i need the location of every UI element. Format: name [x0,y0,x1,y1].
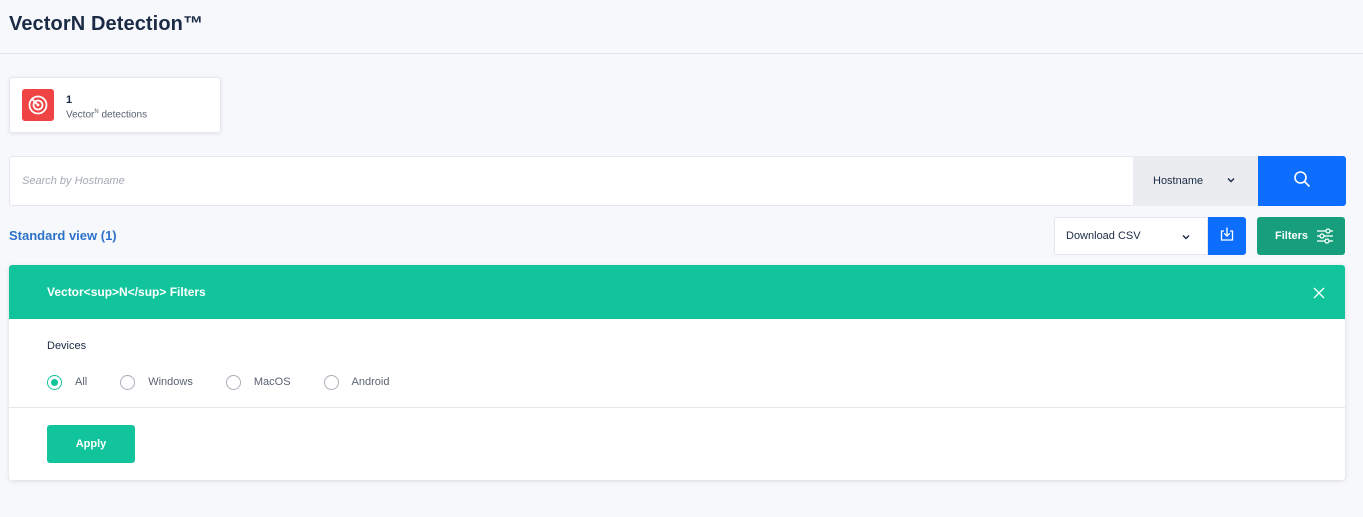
page-title: VectorN Detection™ [9,13,204,35]
download-button[interactable] [1208,217,1246,255]
divider [9,407,1345,408]
radio-option-macos[interactable]: MacOS [225,374,291,390]
radio-label: Android [351,376,390,388]
radio-label: Windows [148,376,193,388]
radio-button[interactable] [120,374,136,390]
radio-button[interactable] [323,374,339,390]
download-icon [1219,226,1235,247]
devices-radio-group: All Windows MacOS Android [47,374,422,390]
search-icon [1293,170,1311,193]
search-button[interactable] [1258,156,1346,206]
search-field-select[interactable]: Hostname [1133,156,1258,206]
radio-option-windows[interactable]: Windows [120,374,193,390]
devices-label: Devices [47,340,87,352]
close-icon[interactable] [1312,286,1326,300]
page-header: VectorN Detection™ [0,0,1363,54]
detections-label: VectorN detections [66,109,148,121]
filters-button-label: Filters [1275,230,1309,242]
radio-label: MacOS [253,376,291,388]
filters-panel-title: Vector<sup>N</sup> Filters [47,285,206,299]
radio-option-android[interactable]: Android [323,374,390,390]
download-format-select[interactable]: Download CSV [1054,217,1208,255]
apply-button[interactable]: Apply [47,425,135,463]
filters-button[interactable]: Filters [1257,217,1345,255]
filters-panel-header: Vector<sup>N</sup> Filters [9,265,1345,319]
search-field-label: Hostname [1153,175,1204,187]
radio-button[interactable] [225,374,241,390]
search-input[interactable] [10,157,1132,205]
sliders-icon [1316,227,1334,248]
detections-count: 1 [66,94,73,106]
search-bar: Hostname [9,156,1346,206]
chevron-down-icon [1226,175,1236,188]
chevron-down-icon [1181,232,1191,245]
radar-icon [22,89,54,121]
radio-option-all[interactable]: All [47,374,88,390]
download-format-label: Download CSV [1066,230,1141,242]
standard-view-link[interactable]: Standard view (1) [9,228,117,243]
filters-panel: Vector<sup>N</sup> Filters Devices All W… [9,265,1345,480]
radio-button[interactable] [47,374,62,390]
radio-label: All [75,376,88,388]
detections-stat-card[interactable]: 1 VectorN detections [9,77,221,133]
